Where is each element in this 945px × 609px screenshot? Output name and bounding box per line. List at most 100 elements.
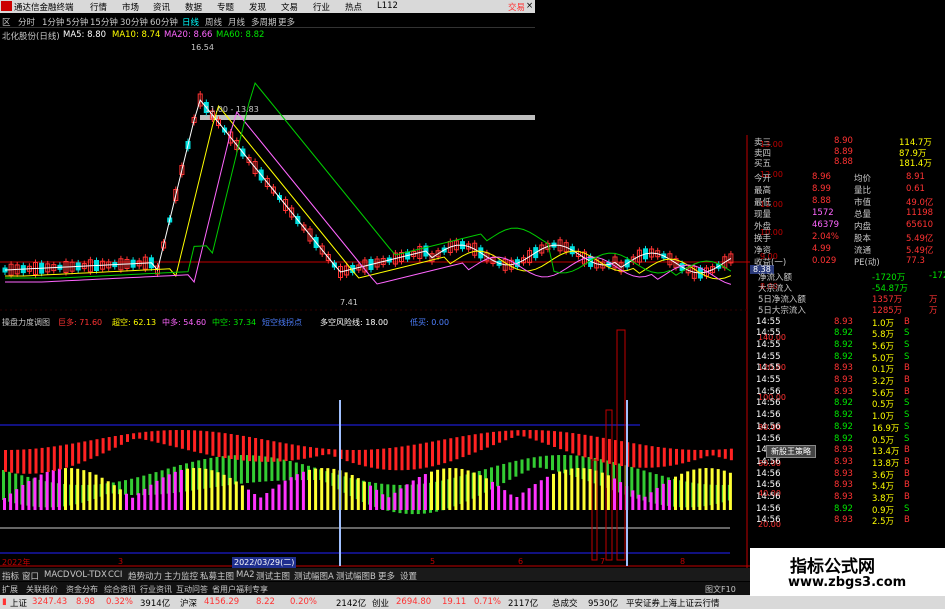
tick-vol: 3.6万 bbox=[872, 470, 895, 481]
tab-f10[interactable]: 图文F10 bbox=[705, 584, 736, 595]
total-label: 总成交 bbox=[552, 599, 578, 609]
tick-vol: 3.2万 bbox=[872, 377, 895, 387]
cy-name[interactable]: 创业 bbox=[372, 597, 389, 609]
period-more[interactable]: 更多 bbox=[278, 16, 295, 28]
stat-value: 49.0亿 bbox=[906, 197, 934, 208]
indicator-red-bar bbox=[107, 437, 111, 451]
menu-item-shuju[interactable]: 数据 bbox=[185, 1, 202, 13]
tick-side: B bbox=[904, 375, 910, 385]
tab-chuangkou[interactable]: 窗口 bbox=[22, 570, 39, 582]
indicator-green-bar bbox=[526, 458, 530, 471]
tab-ma2[interactable]: MA2 bbox=[236, 570, 255, 580]
indicator-mag-bar bbox=[320, 468, 324, 510]
indicator-mag-bar bbox=[472, 472, 476, 510]
tick-time: 14:55 bbox=[756, 316, 781, 327]
period-30min[interactable]: 30分钟 bbox=[120, 16, 148, 28]
indicator-red-bar bbox=[363, 449, 367, 467]
indicator-red-bar bbox=[418, 443, 422, 469]
stat-value: 8.99 bbox=[812, 183, 831, 194]
tab-hangye[interactable]: 行业资讯 bbox=[140, 584, 172, 595]
tick-time: 14:56 bbox=[756, 433, 781, 444]
indicator-mag-bar bbox=[710, 468, 714, 510]
tab-hudong[interactable]: 互动问答 bbox=[176, 584, 208, 595]
period-60min[interactable]: 60分钟 bbox=[150, 16, 178, 28]
indicator-red-bar bbox=[492, 431, 495, 446]
ma10-value: MA10: 8.74 bbox=[112, 30, 161, 40]
sh-name[interactable]: 上证 bbox=[10, 597, 27, 609]
tick-vol: 13.4万 bbox=[872, 447, 900, 458]
tick-price: 8.93 bbox=[834, 316, 853, 327]
menu-item-zhuanti[interactable]: 专题 bbox=[217, 1, 234, 13]
indicator-red-bar bbox=[16, 449, 20, 474]
menu-item-shichang[interactable]: 市场 bbox=[122, 1, 139, 13]
tab-cci[interactable]: CCI bbox=[108, 570, 122, 580]
menu-item-faxian[interactable]: 发现 bbox=[249, 1, 266, 13]
tab-qushi[interactable]: 趋势动力 bbox=[128, 570, 162, 582]
tick-side: S bbox=[904, 421, 910, 432]
menu-item-zixun[interactable]: 资讯 bbox=[153, 1, 170, 13]
menu-item-l112[interactable]: L112 bbox=[377, 1, 398, 11]
period-daily[interactable]: 日线 bbox=[182, 16, 199, 28]
indicator-mag-bar bbox=[698, 468, 702, 510]
indicator-red-bar bbox=[431, 441, 434, 467]
period-weekly[interactable]: 周线 bbox=[205, 16, 222, 28]
tab-zhuli[interactable]: 主力监控 bbox=[164, 570, 198, 582]
ma10-line bbox=[5, 104, 732, 280]
indicator-red-bar bbox=[248, 436, 251, 462]
tab-csfutub[interactable]: 测试幅图B bbox=[336, 570, 376, 582]
indicator-red-bar bbox=[528, 430, 532, 439]
tab-guanlian[interactable]: 关联报价 bbox=[26, 584, 58, 595]
indicator-mag-bar bbox=[118, 489, 122, 510]
menu-item-hangye[interactable]: 行业 bbox=[313, 1, 330, 13]
indicator-green-bar bbox=[130, 478, 134, 496]
indicator-mag-bar bbox=[515, 496, 519, 510]
indicator-red-bar bbox=[229, 434, 233, 460]
indicator-mag-bar bbox=[588, 469, 592, 510]
tab-zhibiao[interactable]: 指标 bbox=[2, 570, 19, 582]
period-multi[interactable]: 多周期 bbox=[251, 16, 277, 28]
quote-ask-price: 8.90 bbox=[834, 136, 853, 146]
tick-side: B bbox=[904, 386, 910, 397]
indicator-mag-bar bbox=[283, 480, 287, 510]
strategy-popup[interactable]: 新股王策略 bbox=[766, 445, 816, 458]
menu-item-redian[interactable]: 热点 bbox=[345, 1, 362, 13]
period-monthly[interactable]: 月线 bbox=[228, 16, 245, 28]
tab-simu[interactable]: 私募主图 bbox=[200, 570, 234, 582]
indicator-red-bar bbox=[138, 432, 142, 439]
period-1min[interactable]: 1分钟 bbox=[42, 16, 64, 28]
tab-fuli[interactable]: 省用户福利专享 bbox=[212, 584, 268, 595]
indicator-green-bar bbox=[551, 455, 554, 471]
period-fenshi[interactable]: 分时 bbox=[18, 16, 35, 28]
period-5min[interactable]: 5分钟 bbox=[66, 16, 88, 28]
indicator-mag-bar bbox=[552, 473, 555, 510]
tab-voltdx[interactable]: VOL-TDX bbox=[70, 570, 107, 580]
indicator-mag-bar bbox=[564, 469, 568, 510]
period-15min[interactable]: 15分钟 bbox=[90, 16, 118, 28]
indicator-red-bar bbox=[266, 440, 270, 462]
tab-settings[interactable]: 设置 bbox=[400, 570, 417, 582]
tab-kuozhan[interactable]: 扩展 bbox=[2, 584, 18, 595]
menu-item-wenyi[interactable]: 文易 bbox=[281, 1, 298, 13]
indicator-red-bar bbox=[687, 449, 691, 462]
tab-macd[interactable]: MACD bbox=[44, 570, 69, 580]
indicator-red-bar bbox=[565, 432, 569, 452]
tick-time: 14:56 bbox=[756, 386, 781, 397]
tab-zijin[interactable]: 资金分布 bbox=[66, 584, 98, 595]
sz-pct: 0.20% bbox=[290, 597, 318, 607]
indicator-mag-bar bbox=[332, 468, 336, 510]
menu-item-hangqing[interactable]: 行情 bbox=[90, 1, 107, 13]
indicator-red-bar bbox=[729, 448, 733, 461]
close-icon[interactable]: × bbox=[526, 1, 533, 11]
indicator-mag-bar bbox=[399, 488, 403, 510]
tab-csfutua[interactable]: 测试幅图A bbox=[294, 570, 334, 582]
sz-name[interactable]: 沪深 bbox=[180, 597, 197, 609]
kline-chart[interactable] bbox=[0, 40, 750, 568]
indicator-green-bar bbox=[282, 459, 286, 481]
trade-menu[interactable]: 交易 bbox=[508, 1, 525, 13]
tab-zonghe[interactable]: 综合资讯 bbox=[104, 584, 136, 595]
tab-cszhutu[interactable]: 测试主图 bbox=[256, 570, 290, 582]
stat-label: 收益(一) bbox=[754, 257, 787, 268]
tab-more[interactable]: 更多 bbox=[378, 570, 395, 582]
tick-price: 8.93 bbox=[834, 468, 853, 479]
indicator-name[interactable]: 操盘力度调图 bbox=[2, 317, 50, 328]
